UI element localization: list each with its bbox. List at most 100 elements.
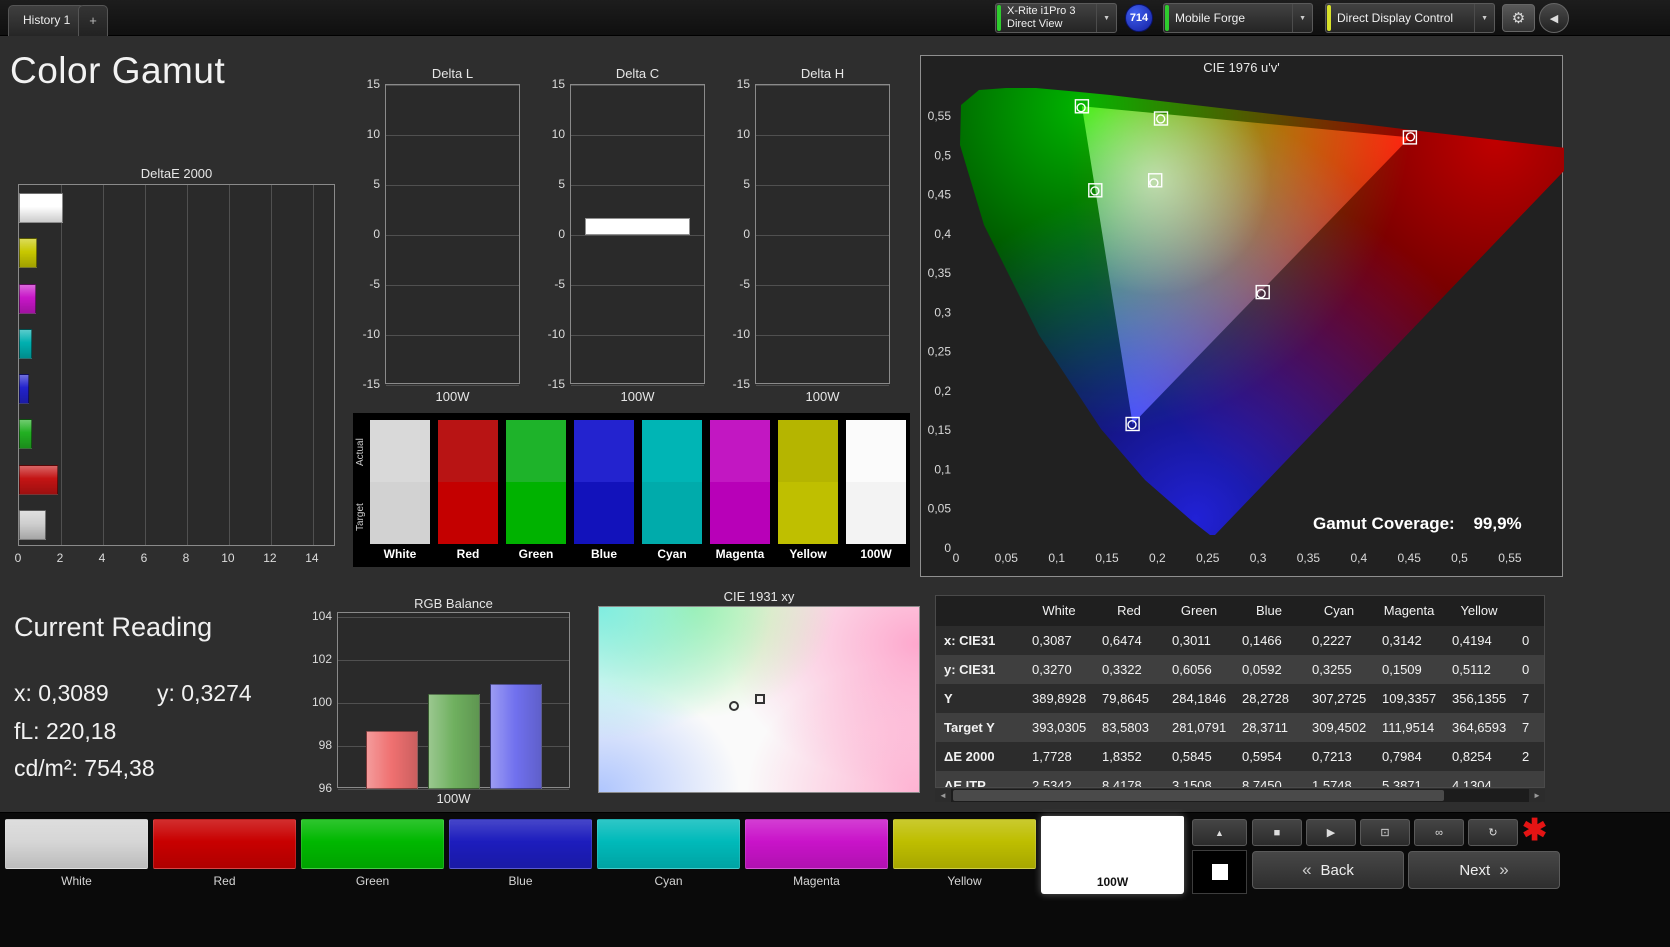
y-tick-label: -10	[547, 327, 565, 341]
y-tick-label: -10	[732, 327, 750, 341]
chevron-down-icon: ▼	[1292, 4, 1312, 32]
actual-swatch	[574, 420, 634, 482]
pattern-swatch	[301, 819, 444, 869]
gridline	[312, 185, 314, 545]
y-tick-label: 102	[311, 652, 332, 666]
meter-dropdown-text: X-Rite i1Pro 3 Direct View	[1001, 5, 1081, 31]
pattern-green[interactable]: Green	[301, 819, 444, 888]
pattern-scroll-up-button[interactable]: ▲	[1192, 819, 1247, 846]
gridline	[571, 235, 704, 236]
scrollbar-thumb[interactable]	[953, 790, 1445, 801]
pattern-label: Yellow	[947, 874, 982, 888]
pattern-magenta[interactable]: Magenta	[745, 819, 888, 888]
table-cell: 0,3255	[1312, 662, 1352, 677]
deltae-bar-100w	[19, 193, 64, 223]
table-row: ΔE ITP 2,5342 8,4178 3,1508 8,7450 1,5748 5,38…	[936, 771, 1544, 788]
table-horizontal-scrollbar[interactable]: ◄ ►	[935, 789, 1545, 802]
back-button[interactable]: « Back	[1252, 851, 1404, 889]
pattern-label: Cyan	[654, 874, 683, 888]
actual-swatch	[846, 420, 906, 482]
collapse-panel-button[interactable]: ◀	[1539, 3, 1569, 33]
deltae-bar-cyan	[19, 328, 32, 359]
pattern-swatch	[893, 819, 1036, 869]
table-row: x: CIE31 0,3087 0,6474 0,3011 0,1466 0,2227 0,…	[936, 626, 1544, 655]
gridline	[756, 335, 889, 336]
pattern-red[interactable]: Red	[153, 819, 296, 888]
swatch-column-magenta: Magenta	[710, 420, 770, 561]
deltae-bar-yellow	[19, 238, 37, 269]
x-tick-label: 0,15	[1095, 551, 1119, 565]
actual-swatch	[438, 420, 498, 482]
table-cell: 393,0305	[1032, 720, 1087, 735]
tab-history-1[interactable]: History 1	[8, 5, 86, 36]
gridline	[60, 185, 62, 545]
x-tick-label: 4	[98, 551, 106, 565]
swatch-label: 100W	[860, 547, 892, 561]
row-label: ΔE 2000	[944, 749, 995, 764]
y-tick-label: -5	[554, 277, 565, 291]
rgb-bar-green	[428, 694, 480, 789]
actual-swatch	[778, 420, 838, 482]
pattern-label: Green	[355, 874, 390, 888]
chart-title: CIE 1931 xy	[723, 589, 795, 604]
table-cell: 0	[1522, 662, 1530, 677]
table-cell: 7	[1522, 691, 1530, 706]
x-axis-label: 100W	[435, 389, 470, 404]
meter-dropdown[interactable]: X-Rite i1Pro 3 Direct View ▼	[995, 3, 1117, 33]
pattern-100w[interactable]: 100W	[1041, 816, 1184, 894]
table-cell: 1,5748	[1312, 778, 1352, 788]
gridline	[571, 335, 704, 336]
pattern-window-button[interactable]: ⊡	[1360, 819, 1410, 846]
gridline	[756, 85, 889, 86]
gridline	[102, 185, 104, 545]
table-cell: 0,3270	[1032, 662, 1072, 677]
gridline	[338, 660, 569, 661]
rgb-balance-plot: 104 102 100 98 96	[312, 609, 570, 795]
play-button[interactable]: ▶	[1306, 819, 1356, 846]
meter-count-badge[interactable]: 714	[1125, 4, 1153, 32]
pattern-blue[interactable]: Blue	[449, 819, 592, 888]
table-cell: 109,3357	[1382, 691, 1437, 706]
deltae2000-x-axis: 0 2 4 6 8 10 12 14	[0, 551, 400, 565]
y-tick-label: 0,45	[928, 188, 952, 202]
next-button[interactable]: Next »	[1408, 851, 1560, 889]
pattern-yellow[interactable]: Yellow	[893, 819, 1036, 888]
gridline	[186, 185, 188, 545]
source-dropdown[interactable]: Mobile Forge ▼	[1163, 3, 1313, 33]
scrollbar-track[interactable]	[951, 789, 1529, 802]
scroll-right-arrow[interactable]: ►	[1529, 789, 1545, 802]
loop-button[interactable]: ∞	[1414, 819, 1464, 846]
y-tick-label: -15	[547, 377, 565, 391]
transport-controls: ■ ▶ ⊡ ∞ ↻	[1252, 819, 1518, 846]
x-tick-label: 0,25	[1196, 551, 1220, 565]
x-tick-label: 6	[140, 551, 148, 565]
table-header-row: White Red Green Blue Cyan Magenta Yellow	[936, 596, 1544, 626]
deltae-bar-red	[19, 464, 58, 495]
swatch-column-white: White	[370, 420, 430, 561]
add-tab-button[interactable]: +	[78, 5, 108, 36]
refresh-button[interactable]: ↻	[1468, 819, 1518, 846]
swatch-label: Magenta	[715, 547, 765, 561]
pattern-swatch	[745, 819, 888, 869]
x-tick-label: 0	[14, 551, 22, 565]
pattern-cyan[interactable]: Cyan	[597, 819, 740, 888]
table-cell: 389,8928	[1032, 691, 1087, 706]
current-reading-title: Current Reading	[14, 612, 213, 642]
deltae-bar-blue	[19, 374, 30, 404]
gear-icon: ⚙	[1511, 10, 1526, 27]
deltae-bar-magenta	[19, 283, 36, 314]
delta-bar	[585, 218, 690, 235]
meter-name: X-Rite i1Pro 3	[1007, 5, 1076, 17]
gridline	[386, 185, 519, 186]
scroll-left-arrow[interactable]: ◄	[935, 789, 951, 802]
swatch-column-yellow: Yellow	[778, 420, 838, 561]
display-control-dropdown[interactable]: Direct Display Control ▼	[1325, 3, 1495, 33]
meter-mode: Direct View	[1007, 18, 1063, 30]
x-tick-label: 0	[953, 551, 960, 565]
gridline	[386, 235, 519, 236]
stop-button[interactable]: ■	[1252, 819, 1302, 846]
table-cell: 0,3087	[1032, 633, 1072, 648]
x-tick-label: 0,45	[1398, 551, 1422, 565]
settings-button[interactable]: ⚙	[1502, 4, 1535, 32]
pattern-white[interactable]: White	[5, 819, 148, 888]
